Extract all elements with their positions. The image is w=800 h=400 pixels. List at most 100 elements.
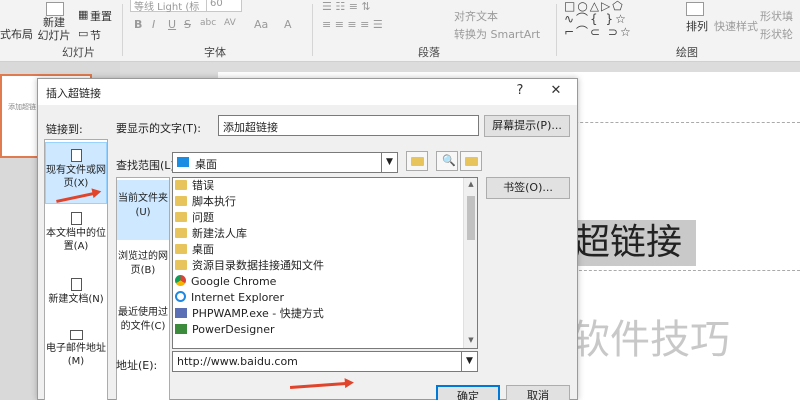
reset-button[interactable]: 重置: [90, 8, 112, 24]
browse-web-button[interactable]: 🔍: [436, 151, 458, 171]
bold-button[interactable]: B: [134, 18, 142, 31]
file-name: 错误: [192, 179, 214, 192]
cancel-button[interactable]: 取消: [506, 385, 570, 400]
screen-tip-button[interactable]: 屏幕提示(P)...: [484, 115, 570, 137]
file-name: Google Chrome: [191, 275, 277, 288]
strikethrough-button[interactable]: S: [184, 18, 191, 31]
internet-explorer-icon: [175, 291, 186, 302]
shadow-button[interactable]: abc: [200, 18, 216, 28]
list-item[interactable]: 问题: [175, 210, 465, 226]
folder-icon: [175, 196, 187, 206]
ribbon-separator: [556, 4, 557, 56]
shapes-gallery[interactable]: □○△▷⬠ ∿⌒{ }☆ ⌐⌒⊂ ⊃☆: [564, 0, 672, 40]
nav-recent-files[interactable]: 最近使用过的文件(C): [117, 300, 169, 354]
new-document-icon: [70, 278, 82, 291]
dialog-title: 插入超链接: [46, 87, 101, 100]
file-name: 资源目录数据挂接通知文件: [192, 259, 324, 272]
group-font-label: 字体: [204, 46, 226, 59]
list-item[interactable]: PowerDesigner: [175, 322, 465, 338]
up-folder-icon: [411, 157, 424, 166]
ok-button[interactable]: 确定: [436, 385, 500, 400]
phpwamp-icon: [175, 308, 187, 318]
group-paragraph-label: 段落: [418, 46, 440, 59]
list-item[interactable]: 脚本执行: [175, 194, 465, 210]
shape-outline-button[interactable]: 形状轮: [760, 26, 793, 42]
lookin-combo[interactable]: 桌面 ▼: [172, 152, 398, 173]
link-place-in-document[interactable]: 本文档中的位置(A): [45, 208, 107, 264]
link-item-label: 本文档中的位置(A): [46, 228, 106, 252]
folder-icon: [175, 228, 187, 238]
file-name: Internet Explorer: [191, 291, 284, 304]
ribbon: 式布局 新建 幻灯片 ▦ 重置 ▭ 节 幻灯片 等线 Light (标 60 B…: [0, 0, 800, 62]
file-name: PowerDesigner: [192, 323, 275, 336]
file-name: 问题: [192, 211, 214, 224]
scroll-up-icon[interactable]: ▲: [464, 180, 477, 188]
underline-button[interactable]: U: [168, 18, 176, 31]
powerdesigner-icon: [175, 324, 187, 334]
folder-icon: [175, 244, 187, 254]
list-item[interactable]: 新建法人库: [175, 226, 465, 242]
address-input[interactable]: http://www.baidu.com ▼: [172, 351, 478, 372]
web-page-icon: [70, 149, 82, 162]
align-icons[interactable]: ≡ ≡ ≡ ≡ ☰: [322, 18, 383, 31]
reset-icon: ▦: [78, 8, 89, 21]
list-item[interactable]: 桌面: [175, 242, 465, 258]
file-list[interactable]: 错误 脚本执行 问题 新建法人库 桌面 资源目录数据挂接通知文件 Google …: [172, 177, 478, 349]
ribbon-separator: [312, 4, 313, 56]
char-spacing-button[interactable]: AV: [224, 18, 236, 28]
list-item[interactable]: Google Chrome: [175, 274, 465, 290]
file-name: 脚本执行: [192, 195, 236, 208]
search-web-icon: 🔍: [442, 154, 456, 167]
list-item[interactable]: 错误: [175, 178, 465, 194]
scroll-down-icon[interactable]: ▼: [464, 336, 477, 344]
display-text-label: 要显示的文字(T):: [116, 122, 202, 135]
insert-hyperlink-dialog: 插入超链接 ? ✕ 链接到: 要显示的文字(T): 添加超链接 屏幕提示(P).…: [37, 78, 578, 400]
display-text-input[interactable]: 添加超链接: [218, 115, 479, 136]
watermark: 软件技巧: [562, 280, 800, 400]
group-drawing-label: 绘图: [676, 46, 698, 59]
section-button[interactable]: 节: [90, 27, 101, 43]
folder-icon: [175, 260, 187, 270]
file-list-scrollbar[interactable]: ▲ ▼: [463, 178, 477, 348]
browse-file-button[interactable]: [460, 151, 482, 171]
slide-title-text[interactable]: 超链接: [574, 220, 696, 266]
file-name: 桌面: [192, 243, 214, 256]
lookin-value: 桌面: [195, 158, 217, 171]
shape-fill-button[interactable]: 形状填: [760, 8, 793, 24]
align-text-button[interactable]: 对齐文本: [454, 8, 498, 24]
font-color-button[interactable]: A: [284, 18, 292, 31]
arrange-button[interactable]: 排列: [686, 18, 708, 34]
close-button[interactable]: ✕: [546, 82, 566, 100]
quick-styles-button[interactable]: 快速样式: [714, 18, 758, 34]
italic-button[interactable]: I: [152, 18, 155, 31]
link-item-label: 新建文档(N): [48, 294, 104, 305]
list-item[interactable]: 资源目录数据挂接通知文件: [175, 258, 465, 274]
chevron-down-icon[interactable]: ▼: [461, 352, 477, 371]
bullets-icon[interactable]: ☰ ☷ ≡ ⇅: [322, 0, 371, 13]
arrange-icon: [686, 2, 704, 16]
scrollbar-thumb[interactable]: [467, 196, 475, 240]
bookmark-button[interactable]: 书签(O)...: [486, 177, 570, 199]
open-folder-icon: [465, 157, 478, 166]
convert-smartart-button[interactable]: 转换为 SmartArt: [454, 26, 540, 42]
file-name: 新建法人库: [192, 227, 247, 240]
layout-label[interactable]: 式布局: [0, 26, 33, 42]
link-to-label: 链接到:: [46, 123, 83, 136]
thumb-text: 添加超链: [8, 103, 36, 111]
file-name: PHPWAMP.exe - 快捷方式: [192, 307, 324, 320]
new-slide-button[interactable]: 新建 幻灯片: [34, 16, 74, 42]
up-folder-button[interactable]: [406, 151, 428, 171]
folder-icon: [175, 212, 187, 222]
list-item[interactable]: Internet Explorer: [175, 290, 465, 306]
link-email-address[interactable]: 电子邮件地址(M): [45, 326, 107, 382]
help-button[interactable]: ?: [510, 82, 530, 100]
new-slide-icon: [46, 2, 64, 16]
link-new-document[interactable]: 新建文档(N): [45, 274, 107, 322]
change-case-button[interactable]: Aa: [254, 18, 268, 31]
nav-current-folder[interactable]: 当前文件夹(U): [117, 180, 169, 240]
font-size-field[interactable]: 60: [206, 0, 242, 12]
chevron-down-icon[interactable]: ▼: [381, 153, 397, 172]
link-item-label: 电子邮件地址(M): [46, 343, 106, 367]
nav-browsed-pages[interactable]: 浏览过的网页(B): [117, 242, 169, 296]
list-item[interactable]: PHPWAMP.exe - 快捷方式: [175, 306, 465, 322]
